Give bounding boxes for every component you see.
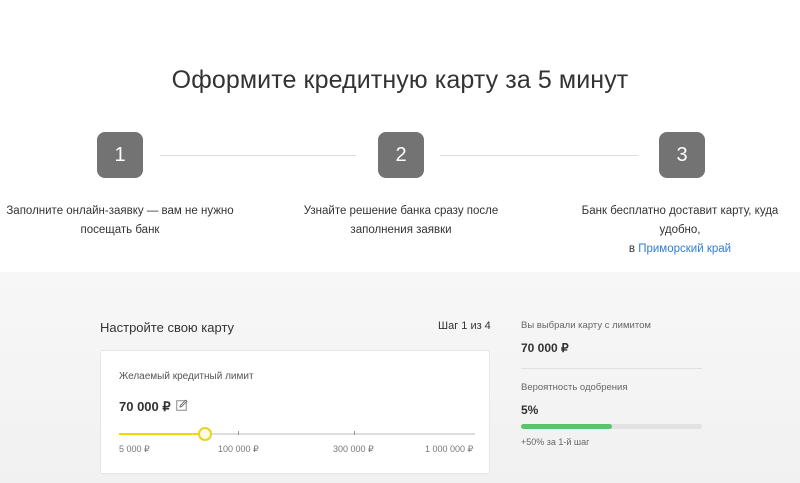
step-description-1: Заполните онлайн-заявку — вам не нужно п… — [0, 202, 240, 240]
step-description-3: Банк бесплатно доставит карту, куда удоб… — [560, 202, 800, 259]
step-connector-2-3 — [440, 155, 638, 156]
limit-value: 70 000 ₽ — [119, 399, 171, 414]
tick-label-max: 1 000 000 ₽ — [425, 444, 474, 454]
step-description-2: Узнайте решение банка сразу после заполн… — [281, 202, 521, 240]
tick-label-min: 5 000 ₽ — [119, 444, 150, 454]
step-badge-3: 3 — [659, 132, 705, 178]
slider-tick-2 — [238, 431, 239, 435]
step-2-line-2: заполнения заявки — [350, 224, 452, 236]
selected-limit-label: Вы выбрали карту с лимитом — [521, 320, 651, 331]
approval-label: Вероятность одобрения — [521, 382, 628, 393]
slider-fill — [119, 433, 205, 435]
limit-label: Желаемый кредитный лимит — [119, 371, 254, 382]
step-badge-1: 1 — [97, 132, 143, 178]
step-1-line-1: Заполните онлайн-заявку — вам не нужно — [6, 205, 234, 217]
slider-thumb[interactable] — [198, 427, 213, 441]
step-counter: Шаг 1 из 4 — [438, 320, 491, 332]
step-3-line-2: в Приморский край — [560, 240, 800, 259]
limit-card: Желаемый кредитный лимит 70 000 ₽ 5 000 … — [100, 350, 490, 474]
approval-progress-bar — [521, 424, 702, 429]
slider-tick-3 — [354, 431, 355, 435]
step-3-prefix: в — [628, 243, 636, 255]
page-title: Оформите кредитную карту за 5 минут — [171, 66, 629, 94]
region-link[interactable]: Приморский край — [638, 243, 731, 255]
approval-note: +50% за 1-й шаг — [521, 437, 590, 447]
step-2-line-1: Узнайте решение банка сразу после — [303, 205, 499, 217]
tick-label-2: 100 000 ₽ — [218, 444, 259, 454]
approval-value: 5% — [521, 403, 539, 417]
selected-limit-value: 70 000 ₽ — [521, 341, 569, 355]
step-badge-2: 2 — [378, 132, 424, 178]
tick-label-3: 300 000 ₽ — [333, 444, 374, 454]
step-connector-1-2 — [160, 155, 356, 156]
step-1-line-2: посещать банк — [80, 224, 160, 236]
summary-divider — [521, 368, 702, 369]
step-3-line-1: Банк бесплатно доставит карту, куда удоб… — [581, 205, 779, 236]
limit-slider[interactable] — [119, 427, 475, 441]
pencil-edit-icon[interactable] — [176, 399, 188, 411]
configurator-title: Настройте свою карту — [100, 320, 235, 335]
approval-progress-fill — [521, 424, 612, 429]
